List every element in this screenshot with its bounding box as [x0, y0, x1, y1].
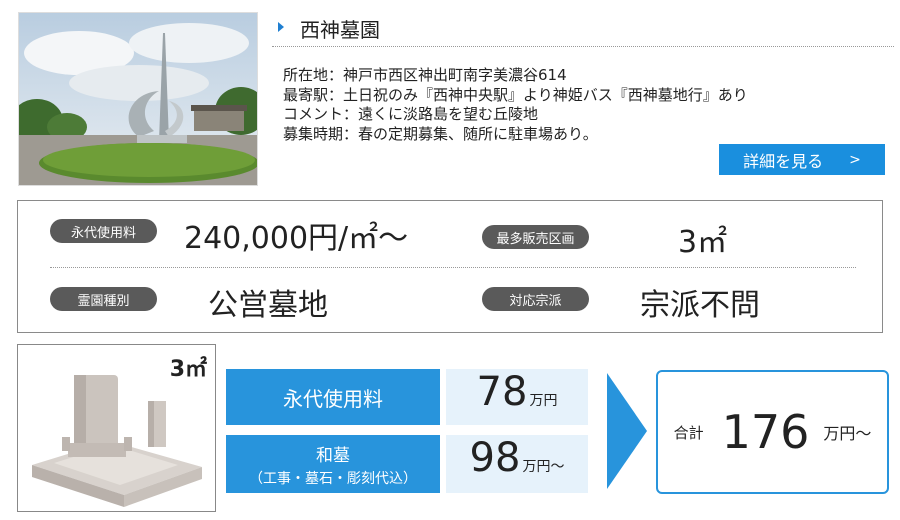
perpetual-fee-unit: 万円 — [529, 393, 558, 409]
total-unit: 万円～ — [823, 424, 872, 443]
total-amount: 176 — [721, 405, 810, 459]
perpetual-fee-amount: 78 — [476, 369, 528, 415]
info-comment: コメント：遠くに淡路島を望む丘陵地 — [283, 105, 539, 123]
max-lot-pill: 最多販売区画 — [482, 225, 589, 249]
perpetual-fee-label: 永代使用料 — [226, 369, 440, 425]
total-label: 合計 — [673, 423, 704, 442]
sect-pill: 対応宗派 — [482, 287, 589, 311]
wabaka-label-text: 和墓 — [316, 445, 350, 466]
view-details-label: 詳細を見る — [743, 151, 824, 171]
cemetery-title: 西神墓園 — [300, 18, 380, 42]
perpetual-fee-label-text: 永代使用料 — [283, 386, 383, 411]
wabaka-sublabel: （工事・墓石・彫刻代込） — [249, 470, 417, 487]
grave-size-label: 3㎡ — [169, 357, 207, 382]
total-price-box: 合計 176 万円～ — [656, 370, 889, 494]
info-recruitment: 募集時期：春の定期募集、随所に駐車場あり。 — [283, 124, 598, 143]
info-nearest-station: 最寄駅：土日祝のみ『西神中央駅』より神姫バス『西神墓地行』あり — [283, 85, 748, 104]
cemetery-info: 所在地：神戸市西区神出町南字美濃谷614 最寄駅：土日祝のみ『西神中央駅』より神… — [283, 66, 883, 144]
arrow-right-icon — [607, 373, 647, 489]
max-lot-value: 3㎡ — [678, 225, 728, 260]
wabaka-unit: 万円～ — [522, 459, 565, 475]
perpetual-fee-value: 240,000円/㎡～ — [184, 221, 409, 256]
view-details-button[interactable]: 詳細を見る > — [719, 144, 885, 175]
cemetery-type-pill: 霊園種別 — [50, 287, 157, 311]
spec-divider — [50, 267, 856, 268]
cemetery-photo-image — [19, 13, 257, 185]
cemetery-title-row: 西神墓園 — [272, 12, 894, 47]
wabaka-price: 98 万円～ — [446, 435, 588, 493]
perpetual-fee-pill: 永代使用料 — [50, 219, 157, 243]
info-address: 所在地：神戸市西区神出町南字美濃谷614 — [283, 66, 567, 84]
chevron-right-icon: > — [849, 151, 861, 168]
cemetery-photo — [18, 12, 258, 186]
spec-summary-box: 永代使用料 240,000円/㎡～ 最多販売区画 3㎡ 霊園種別 公営墓地 対応… — [17, 200, 883, 333]
wabaka-label: 和墓 （工事・墓石・彫刻代込） — [226, 435, 440, 493]
grave-image-box: 3㎡ — [17, 344, 216, 512]
title-arrow-icon — [278, 22, 284, 32]
perpetual-fee-price: 78 万円 — [446, 369, 588, 425]
cemetery-type-value: 公営墓地 — [208, 288, 328, 323]
sect-value: 宗派不問 — [640, 288, 760, 323]
wabaka-amount: 98 — [469, 435, 521, 481]
